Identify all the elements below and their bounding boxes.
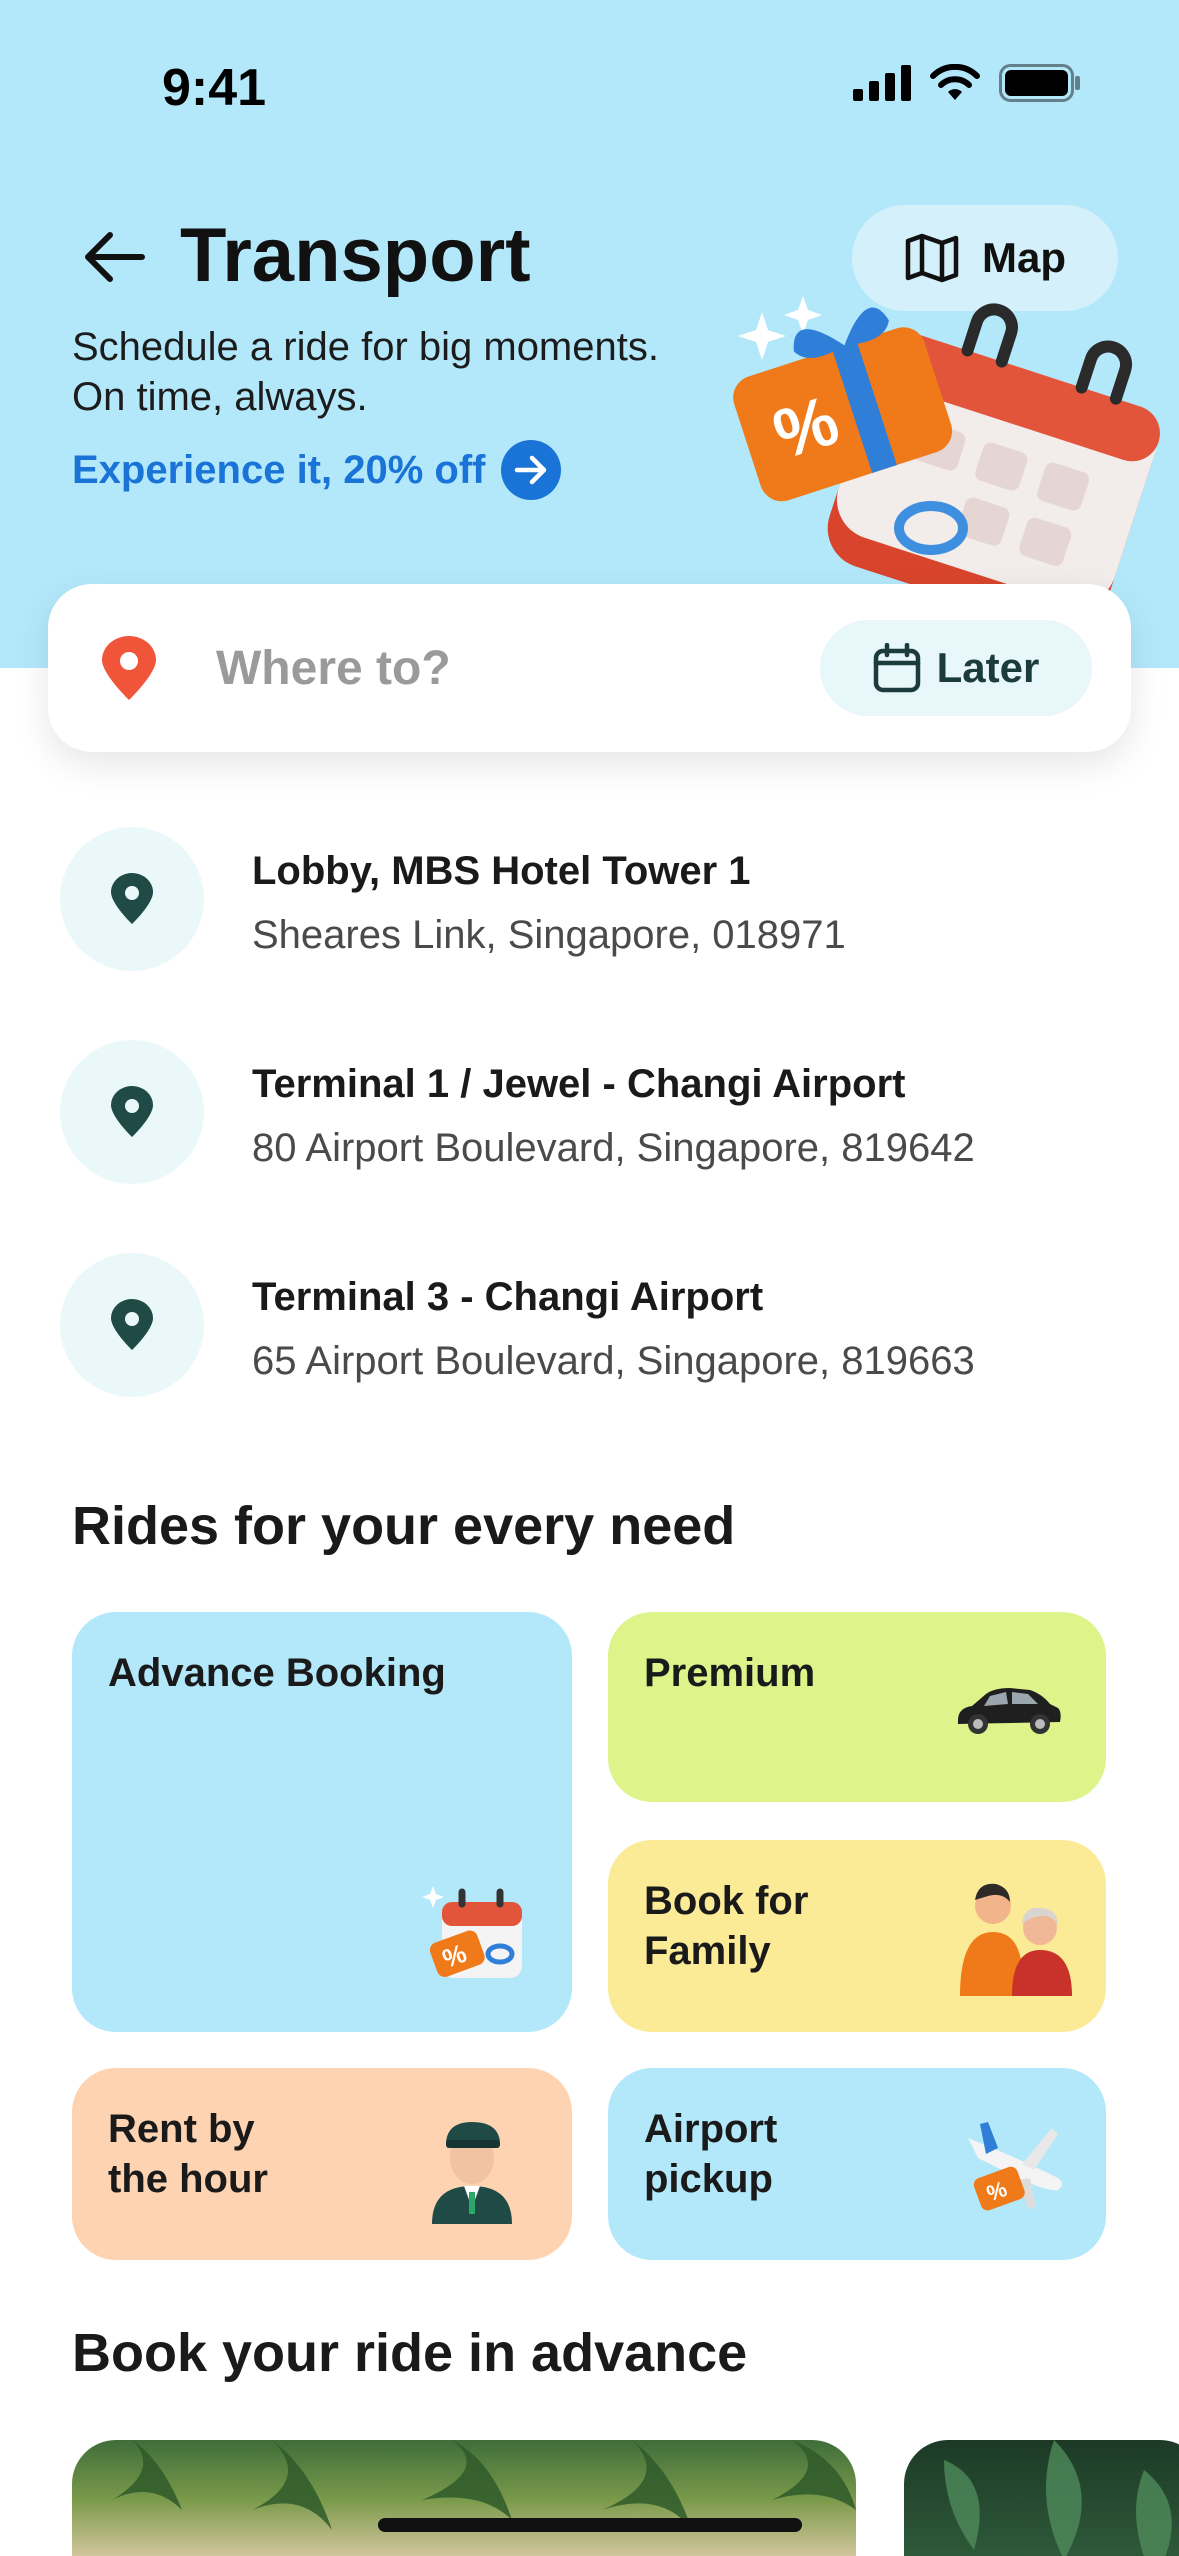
place-pin-icon — [60, 827, 204, 971]
rides-section-title: Rides for your every need — [72, 1496, 736, 1556]
recent-place-item[interactable]: Terminal 3 - Changi Airport 65 Airport B… — [60, 1253, 1140, 1403]
place-pin-icon — [60, 1040, 204, 1184]
book-for-family-tile[interactable]: Book for Family — [608, 1840, 1106, 2032]
page-title: Transport — [180, 213, 531, 298]
place-title: Terminal 3 - Changi Airport — [252, 1275, 764, 1319]
arrow-left-icon — [85, 232, 145, 282]
airplane-discount-icon: % — [968, 2122, 1062, 2211]
palm-trees-image — [112, 2440, 856, 2530]
place-title: Terminal 1 / Jewel - Changi Airport — [252, 1062, 906, 1106]
tile-label-line1: Book for — [644, 1879, 809, 1923]
promo-link[interactable]: Experience it, 20% off — [72, 440, 562, 500]
schedule-later-button[interactable]: Later — [820, 620, 1092, 716]
calendar-icon — [873, 643, 920, 693]
destination-search-input[interactable] — [216, 634, 716, 702]
hero-subtitle: Schedule a ride for big moments. On time… — [72, 325, 659, 419]
tile-label: Airport pickup — [644, 2104, 777, 2204]
tile-label: Advance Booking — [108, 1651, 446, 1695]
premium-tile[interactable]: Premium — [608, 1612, 1106, 1802]
tile-label-line2: pickup — [644, 2157, 773, 2201]
tropical-leaves-image — [944, 2440, 1172, 2556]
place-address: 80 Airport Boulevard, Singapore, 819642 — [252, 1126, 975, 1170]
status-time: 9:41 — [162, 59, 267, 117]
advance-booking-tile[interactable]: Advance Booking % — [72, 1612, 572, 2032]
arrow-right-circle-icon — [501, 440, 562, 500]
search-card: Later — [48, 584, 1131, 752]
tile-label-line2: the hour — [108, 2157, 268, 2201]
map-label: Map — [982, 234, 1066, 281]
family-people-icon — [960, 1883, 1072, 1996]
advance-booking-card[interactable] — [72, 2440, 856, 2556]
tile-label-line1: Airport — [644, 2107, 778, 2151]
place-title: Lobby, MBS Hotel Tower 1 — [252, 849, 751, 893]
status-icons — [853, 64, 1081, 102]
wifi-icon — [930, 64, 980, 100]
place-pin-icon — [60, 1253, 204, 1397]
battery-icon — [999, 64, 1080, 102]
tile-label: Book for Family — [644, 1876, 808, 1976]
premium-car-icon — [958, 1688, 1061, 1734]
advance-booking-card[interactable] — [904, 2440, 1179, 2556]
tile-label: Premium — [644, 1651, 816, 1695]
home-indicator[interactable] — [378, 2518, 802, 2532]
signal-icon — [853, 65, 911, 101]
rent-by-hour-tile[interactable]: Rent by the hour — [72, 2068, 572, 2260]
tile-label: Rent by the hour — [108, 2104, 268, 2204]
recent-place-item[interactable]: Lobby, MBS Hotel Tower 1 Sheares Link, S… — [60, 827, 1140, 977]
calendar-discount-icon: % — [422, 1886, 522, 1978]
place-address: 65 Airport Boulevard, Singapore, 819663 — [252, 1339, 975, 1383]
later-label: Later — [936, 644, 1040, 691]
tile-label-line2: Family — [644, 1929, 771, 1973]
airport-pickup-tile[interactable]: Airport pickup % — [608, 2068, 1106, 2260]
tile-label-line1: Rent by — [108, 2107, 255, 2151]
chauffeur-icon — [432, 2122, 512, 2224]
place-address: Sheares Link, Singapore, 018971 — [252, 913, 846, 957]
promo-link-label: Experience it, 20% off — [72, 447, 486, 492]
location-pin-icon — [102, 636, 156, 700]
map-icon — [905, 233, 959, 283]
back-button[interactable] — [80, 222, 150, 292]
recent-place-item[interactable]: Terminal 1 / Jewel - Changi Airport 80 A… — [60, 1040, 1140, 1190]
advance-section-title: Book your ride in advance — [72, 2323, 748, 2383]
